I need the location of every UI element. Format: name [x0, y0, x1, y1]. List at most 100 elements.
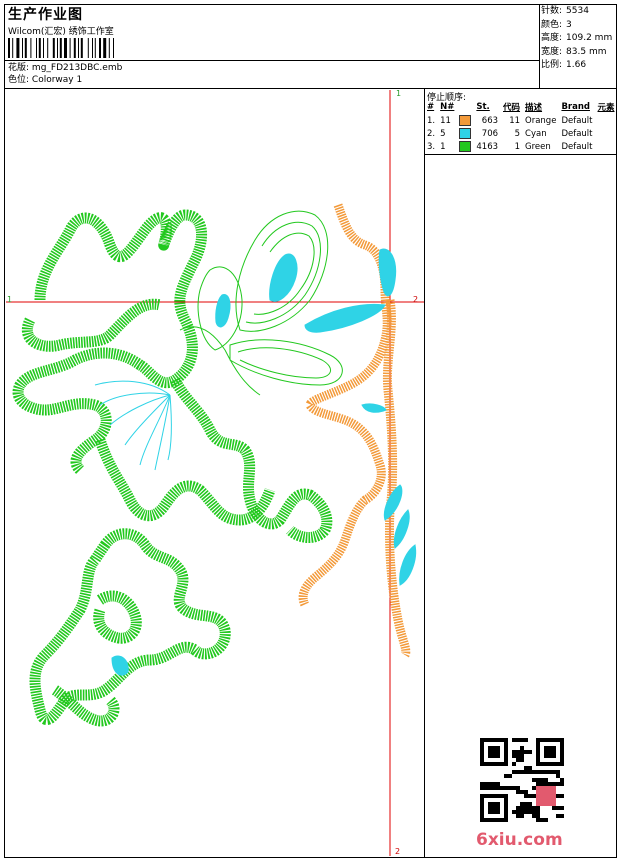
- qr-module: [480, 782, 484, 786]
- qr-module: [524, 802, 528, 806]
- qr-module: [488, 802, 500, 814]
- qr-module: [512, 810, 516, 814]
- qr-module: [512, 786, 516, 790]
- qr-module: [532, 814, 536, 818]
- qr-module: [516, 790, 520, 794]
- qr-module: [544, 818, 548, 822]
- qr-module: [520, 754, 524, 758]
- qr-module: [556, 814, 560, 818]
- qr-module: [524, 750, 528, 754]
- qr-module: [556, 782, 560, 786]
- qr-module: [532, 786, 536, 790]
- qr-module: [520, 746, 524, 750]
- qr-module: [520, 758, 524, 762]
- qr-module: [520, 738, 524, 742]
- qr-module: [524, 806, 528, 810]
- qr-module: [512, 750, 516, 754]
- qr-module: [516, 806, 520, 810]
- cyan-fill-2: [215, 294, 231, 328]
- qr-module: [516, 750, 520, 754]
- qr-module: [492, 782, 496, 786]
- marker-top: 1: [396, 89, 402, 98]
- qr-module: [524, 770, 528, 774]
- qr-module: [544, 770, 548, 774]
- qr-module: [540, 782, 544, 786]
- qr-module: [516, 738, 520, 742]
- qr-module: [520, 814, 524, 818]
- qr-module: [536, 814, 540, 818]
- marker-right: 2: [413, 295, 419, 304]
- qr-module: [520, 810, 524, 814]
- qr-module: [540, 778, 544, 782]
- qr-module: [516, 770, 520, 774]
- qr-module: [556, 794, 560, 798]
- cyan-fill-9: [111, 655, 129, 676]
- qr-module: [512, 762, 516, 766]
- qr-module: [528, 806, 532, 810]
- qr-module: [492, 786, 496, 790]
- qr-module: [544, 778, 548, 782]
- cyan-fill-7: [393, 509, 410, 549]
- qr-module: [532, 810, 536, 814]
- qr-module: [516, 814, 520, 818]
- green-satin-mid: [94, 438, 276, 526]
- qr-module: [516, 786, 520, 790]
- qr-module: [496, 786, 500, 790]
- qr-module: [552, 782, 556, 786]
- qr-module: [484, 786, 488, 790]
- qr-module: [488, 782, 492, 786]
- qr-module: [500, 786, 504, 790]
- qr-module: [532, 806, 536, 810]
- qr-module: [552, 770, 556, 774]
- qr-module: [548, 782, 552, 786]
- qr-module: [524, 790, 528, 794]
- qr-module: [552, 806, 556, 810]
- qr-module: [544, 746, 556, 758]
- qr-module: [508, 786, 512, 790]
- qr-module: [520, 770, 524, 774]
- qr-module: [524, 794, 528, 798]
- qr-module: [504, 774, 508, 778]
- cyan-fill-4: [378, 248, 397, 297]
- qr-module: [524, 766, 528, 770]
- qr-module: [536, 782, 540, 786]
- qr-module: [548, 770, 552, 774]
- qr-module: [520, 790, 524, 794]
- qr-module: [528, 794, 532, 798]
- qr-module: [560, 778, 564, 782]
- qr-module: [536, 818, 540, 822]
- qr-module: [496, 782, 500, 786]
- qr-module: [488, 746, 500, 758]
- qr-module: [560, 814, 564, 818]
- qr-module: [520, 802, 524, 806]
- qr-module: [480, 786, 484, 790]
- qr-module: [528, 802, 532, 806]
- qr-module: [540, 770, 544, 774]
- qr-module: [484, 782, 488, 786]
- qr-module: [536, 778, 540, 782]
- qr-module: [512, 738, 516, 742]
- qr-module: [512, 770, 516, 774]
- qr-module: [556, 806, 560, 810]
- qr-module: [560, 782, 564, 786]
- cyan-elements: [94, 248, 417, 676]
- qr-module: [488, 786, 492, 790]
- qr-module: [516, 810, 520, 814]
- qr-module: [528, 810, 532, 814]
- qr-module: [544, 782, 548, 786]
- cyan-fill-8: [399, 544, 417, 586]
- cyan-fill-1: [269, 253, 298, 302]
- qr-module: [528, 750, 532, 754]
- qr-module: [524, 738, 528, 742]
- qr-module: [560, 806, 564, 810]
- qr-module: [540, 818, 544, 822]
- qr-module: [512, 754, 516, 758]
- watermark: 6xiu.com: [476, 830, 563, 850]
- qr-module: [524, 810, 528, 814]
- qr-module: [560, 794, 564, 798]
- qr-module: [536, 810, 540, 814]
- qr-module: [536, 770, 540, 774]
- qr-module: [520, 750, 524, 754]
- embroidery-design: [6, 90, 424, 856]
- qr-code: [480, 738, 564, 822]
